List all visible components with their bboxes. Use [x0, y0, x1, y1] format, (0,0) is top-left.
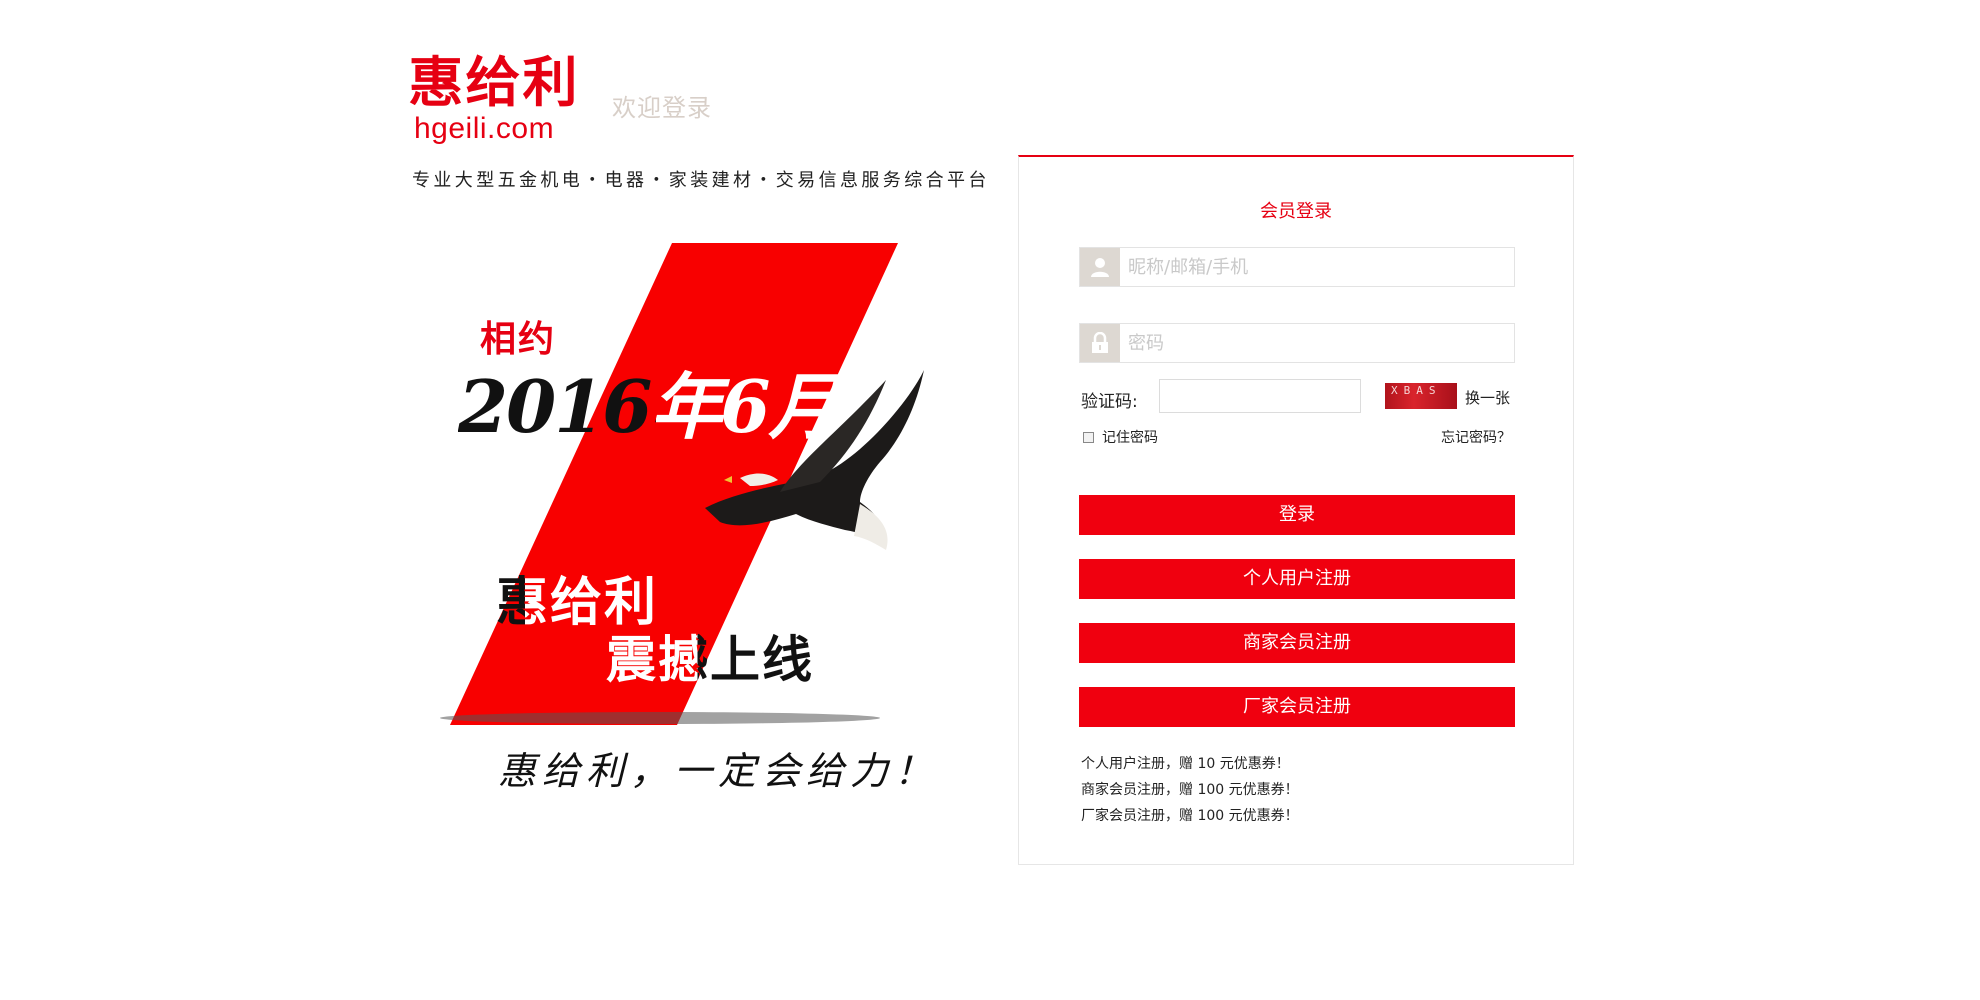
remember-checkbox[interactable]	[1083, 431, 1094, 443]
captcha-label: 验证码:	[1081, 392, 1138, 412]
password-input[interactable]	[1128, 324, 1498, 362]
register-personal-button[interactable]: 个人用户注册	[1079, 559, 1515, 599]
captcha-refresh-link[interactable]: 换一张	[1465, 387, 1510, 408]
forgot-password-link[interactable]: 忘记密码？	[1441, 427, 1511, 447]
remember-label: 记住密码	[1102, 430, 1158, 446]
logo-domain: hgeili.com	[414, 112, 555, 145]
banner-tagline: 震撼上线	[606, 620, 814, 692]
site-slogan: 专业大型五金机电・电器・家装建材・交易信息服务综合平台	[412, 170, 990, 191]
remember-password[interactable]: 记住密码	[1083, 427, 1158, 447]
login-title: 会员登录	[1260, 201, 1332, 222]
site-logo[interactable]: 惠给利 hgeili.com	[408, 51, 585, 152]
username-input[interactable]	[1128, 248, 1498, 286]
welcome-text: 欢迎登录	[612, 94, 712, 122]
captcha-input[interactable]	[1159, 379, 1361, 413]
note-personal: 个人用户注册，赠 10 元优惠券！	[1081, 756, 1290, 772]
banner-motto: 惠给利，一定会给力！	[498, 749, 939, 793]
register-factory-button[interactable]: 厂家会员注册	[1079, 687, 1515, 727]
logo-chinese: 惠给利	[408, 51, 580, 114]
note-merchant: 商家会员注册，赠 100 元优惠券！	[1081, 782, 1299, 798]
promo-banner: 相约 2016年6月 惠给利 震撼上线 惠给利，一定会给力！	[440, 230, 960, 810]
user-icon	[1080, 248, 1120, 286]
register-merchant-button[interactable]: 商家会员注册	[1079, 623, 1515, 663]
banner-date: 2016年6月	[458, 348, 840, 453]
captcha-image[interactable]: XBAS	[1385, 383, 1457, 409]
username-field[interactable]	[1079, 247, 1515, 287]
stripe-shadow	[440, 712, 880, 724]
note-factory: 厂家会员注册，赠 100 元优惠券！	[1081, 808, 1299, 824]
login-page: 惠给利 hgeili.com 欢迎登录 专业大型五金机电・电器・家装建材・交易信…	[0, 0, 1980, 1000]
register-notes: 个人用户注册，赠 10 元优惠券！ 商家会员注册，赠 100 元优惠券！ 厂家会…	[1081, 751, 1299, 829]
login-panel: 会员登录 验证码: XBAS 换一张	[1018, 155, 1574, 865]
password-field[interactable]	[1079, 323, 1515, 363]
login-button[interactable]: 登录	[1079, 495, 1515, 535]
lock-icon	[1080, 324, 1120, 362]
